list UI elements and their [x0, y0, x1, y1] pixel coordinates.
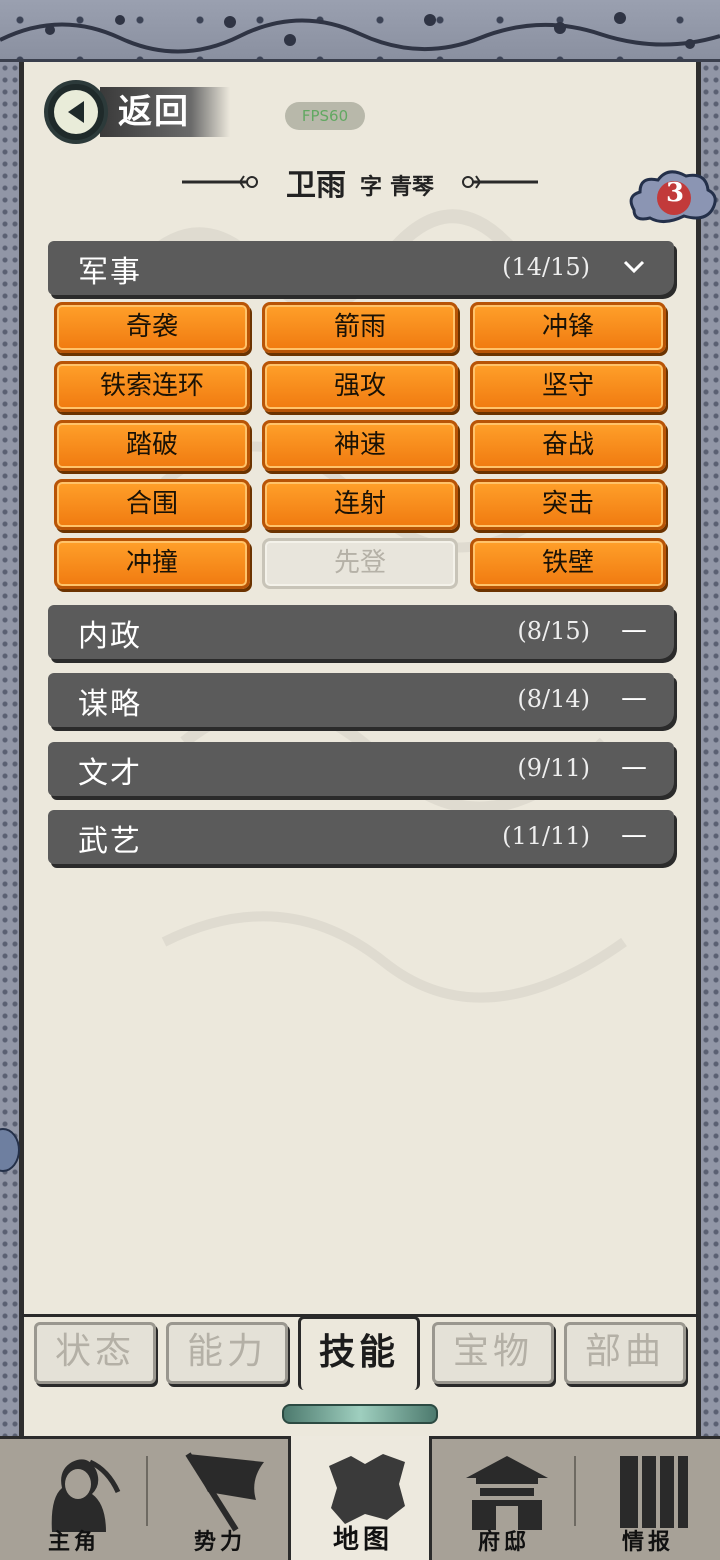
skill-button[interactable]: 铁索连环: [54, 361, 250, 412]
nav-intel[interactable]: 情报: [576, 1436, 720, 1560]
courtesy-name-label: 字: [359, 174, 382, 200]
tab-status[interactable]: 状态: [34, 1322, 156, 1384]
military-skill-grid: 奇袭 箭雨 冲锋 铁索连环 强攻 坚守 踏破 神速 奋战 合围 连射 突击 冲撞…: [54, 302, 668, 589]
back-arrow-icon: [44, 80, 108, 144]
tab-treasure[interactable]: 宝物: [432, 1322, 554, 1384]
top-decorative-band: [0, 0, 720, 62]
skill-button[interactable]: 奋战: [470, 420, 666, 471]
scroll-icon: [620, 1456, 688, 1528]
back-button-label: 返回: [100, 87, 230, 137]
fps-indicator: FPS60: [285, 102, 365, 130]
character-name-row: 卫雨 字 青琴: [160, 160, 560, 204]
collapse-icon[interactable]: —: [620, 683, 648, 713]
skill-button[interactable]: 奇袭: [54, 302, 250, 353]
back-button[interactable]: 返回: [44, 80, 244, 144]
warrior-icon: [51, 1459, 121, 1532]
section-title: 谋略: [78, 687, 142, 722]
section-title: 内政: [78, 619, 142, 654]
nav-label: 势力: [193, 1529, 246, 1555]
tab-retinue[interactable]: 部曲: [564, 1322, 686, 1384]
map-scroll-ornament: [282, 1404, 438, 1424]
left-frame-border: [0, 62, 22, 1440]
skill-button[interactable]: 连射: [262, 479, 458, 530]
skill-button[interactable]: 铁壁: [470, 538, 666, 589]
mansion-icon: [466, 1456, 548, 1530]
nav-label: 府邸: [477, 1529, 530, 1555]
flag-icon: [185, 1452, 264, 1532]
skill-button[interactable]: 合围: [54, 479, 250, 530]
side-handle-icon[interactable]: [0, 1128, 20, 1172]
tab-skills[interactable]: 技能: [298, 1316, 420, 1390]
chevron-down-icon[interactable]: [620, 251, 648, 281]
section-count: (11/11): [502, 822, 590, 850]
right-frame-border: [698, 62, 720, 1440]
section-title: 军事: [78, 255, 142, 290]
collapse-icon[interactable]: —: [620, 752, 648, 782]
section-military[interactable]: 军事 (14/15): [48, 241, 674, 295]
left-ornament-icon: [181, 175, 258, 189]
nav-map[interactable]: 地图: [288, 1436, 432, 1560]
skill-button[interactable]: 踏破: [54, 420, 250, 471]
section-literary[interactable]: 文才 (9/11) —: [48, 742, 674, 796]
section-strategy[interactable]: 谋略 (8/14) —: [48, 673, 674, 727]
section-count: (8/15): [517, 617, 590, 645]
right-ornament-icon: [462, 175, 539, 189]
skill-button[interactable]: 神速: [262, 420, 458, 471]
character-name: 卫雨: [285, 168, 346, 203]
cloud-badge-count: 3: [665, 178, 685, 208]
skill-button[interactable]: 冲撞: [54, 538, 250, 589]
collapse-icon[interactable]: —: [620, 615, 648, 645]
section-count: (8/14): [517, 685, 590, 713]
section-title: 武艺: [78, 824, 142, 859]
section-martial[interactable]: 武艺 (11/11) —: [48, 810, 674, 864]
skill-button[interactable]: 坚守: [470, 361, 666, 412]
collapse-icon[interactable]: —: [620, 820, 648, 850]
nav-faction[interactable]: 势力: [148, 1436, 292, 1560]
tab-ability[interactable]: 能力: [166, 1322, 288, 1384]
skill-button[interactable]: 强攻: [262, 361, 458, 412]
courtesy-name: 青琴: [390, 174, 435, 200]
nav-mansion[interactable]: 府邸: [432, 1436, 576, 1560]
nav-label: 地图: [332, 1525, 393, 1555]
nav-label: 情报: [621, 1529, 674, 1555]
section-count: (14/15): [502, 253, 590, 281]
skill-button[interactable]: 突击: [470, 479, 666, 530]
nav-protagonist[interactable]: 主角: [2, 1436, 146, 1560]
section-count: (9/11): [517, 754, 590, 782]
skill-button[interactable]: 冲锋: [470, 302, 666, 353]
nav-label: 主角: [47, 1529, 100, 1555]
skill-button-locked[interactable]: 先登: [262, 538, 458, 589]
section-title: 文才: [78, 756, 142, 791]
section-domestic[interactable]: 内政 (8/15) —: [48, 605, 674, 659]
skill-button[interactable]: 箭雨: [262, 302, 458, 353]
